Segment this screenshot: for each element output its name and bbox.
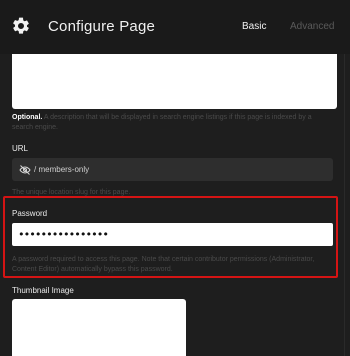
header-bar: Configure Page Basic Advanced <box>0 0 350 54</box>
url-slug: members-only <box>38 165 90 174</box>
thumbnail-label: Thumbnail Image <box>12 286 74 295</box>
url-field[interactable]: / members-only <box>12 158 333 181</box>
thumbnail-dropzone[interactable] <box>12 299 186 356</box>
scrollbar-track[interactable] <box>344 54 345 356</box>
eye-off-icon[interactable] <box>19 164 31 176</box>
page-title: Configure Page <box>48 18 156 35</box>
url-value: / members-only <box>34 165 89 174</box>
password-field[interactable] <box>12 223 333 246</box>
description-help-text: A description that will be displayed in … <box>12 114 312 131</box>
password-help: A password required to access this page.… <box>12 256 315 273</box>
password-label: Password <box>12 209 48 218</box>
tab-basic[interactable]: Basic <box>242 21 266 32</box>
url-prefix: / <box>34 165 37 174</box>
description-textarea[interactable] <box>12 54 337 109</box>
description-help: Optional. A description that will be dis… <box>12 113 312 133</box>
url-label: URL <box>12 144 29 153</box>
gear-icon[interactable] <box>11 16 31 36</box>
description-help-strong: Optional. <box>12 114 43 121</box>
tab-advanced[interactable]: Advanced <box>290 21 334 32</box>
